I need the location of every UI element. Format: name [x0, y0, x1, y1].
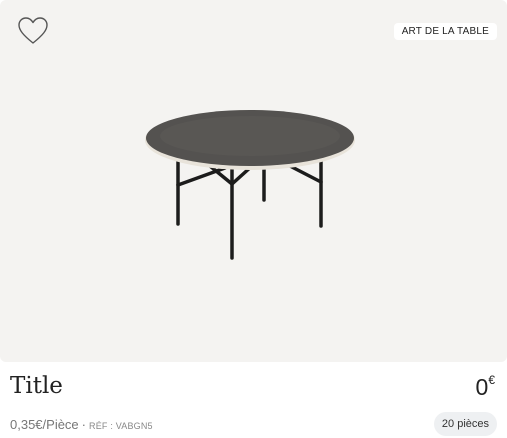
product-meta: 0,35€/Pièce · RÉF : VABGN5: [10, 417, 153, 432]
unit-price: 0,35€/Pièce: [10, 417, 79, 432]
product-reference: RÉF : VABGN5: [89, 421, 153, 431]
quantity-badge: 20 pièces: [433, 412, 497, 436]
product-title[interactable]: Title: [10, 373, 63, 399]
heart-icon[interactable]: [17, 16, 49, 46]
price-currency: €: [488, 373, 495, 388]
separator: ·: [81, 417, 87, 432]
price-value: 0: [475, 374, 489, 400]
product-image-area[interactable]: ART DE LA TABLE: [0, 0, 507, 362]
product-photo: [145, 110, 355, 260]
price: 0€: [475, 373, 495, 401]
category-badge: ART DE LA TABLE: [393, 23, 497, 40]
